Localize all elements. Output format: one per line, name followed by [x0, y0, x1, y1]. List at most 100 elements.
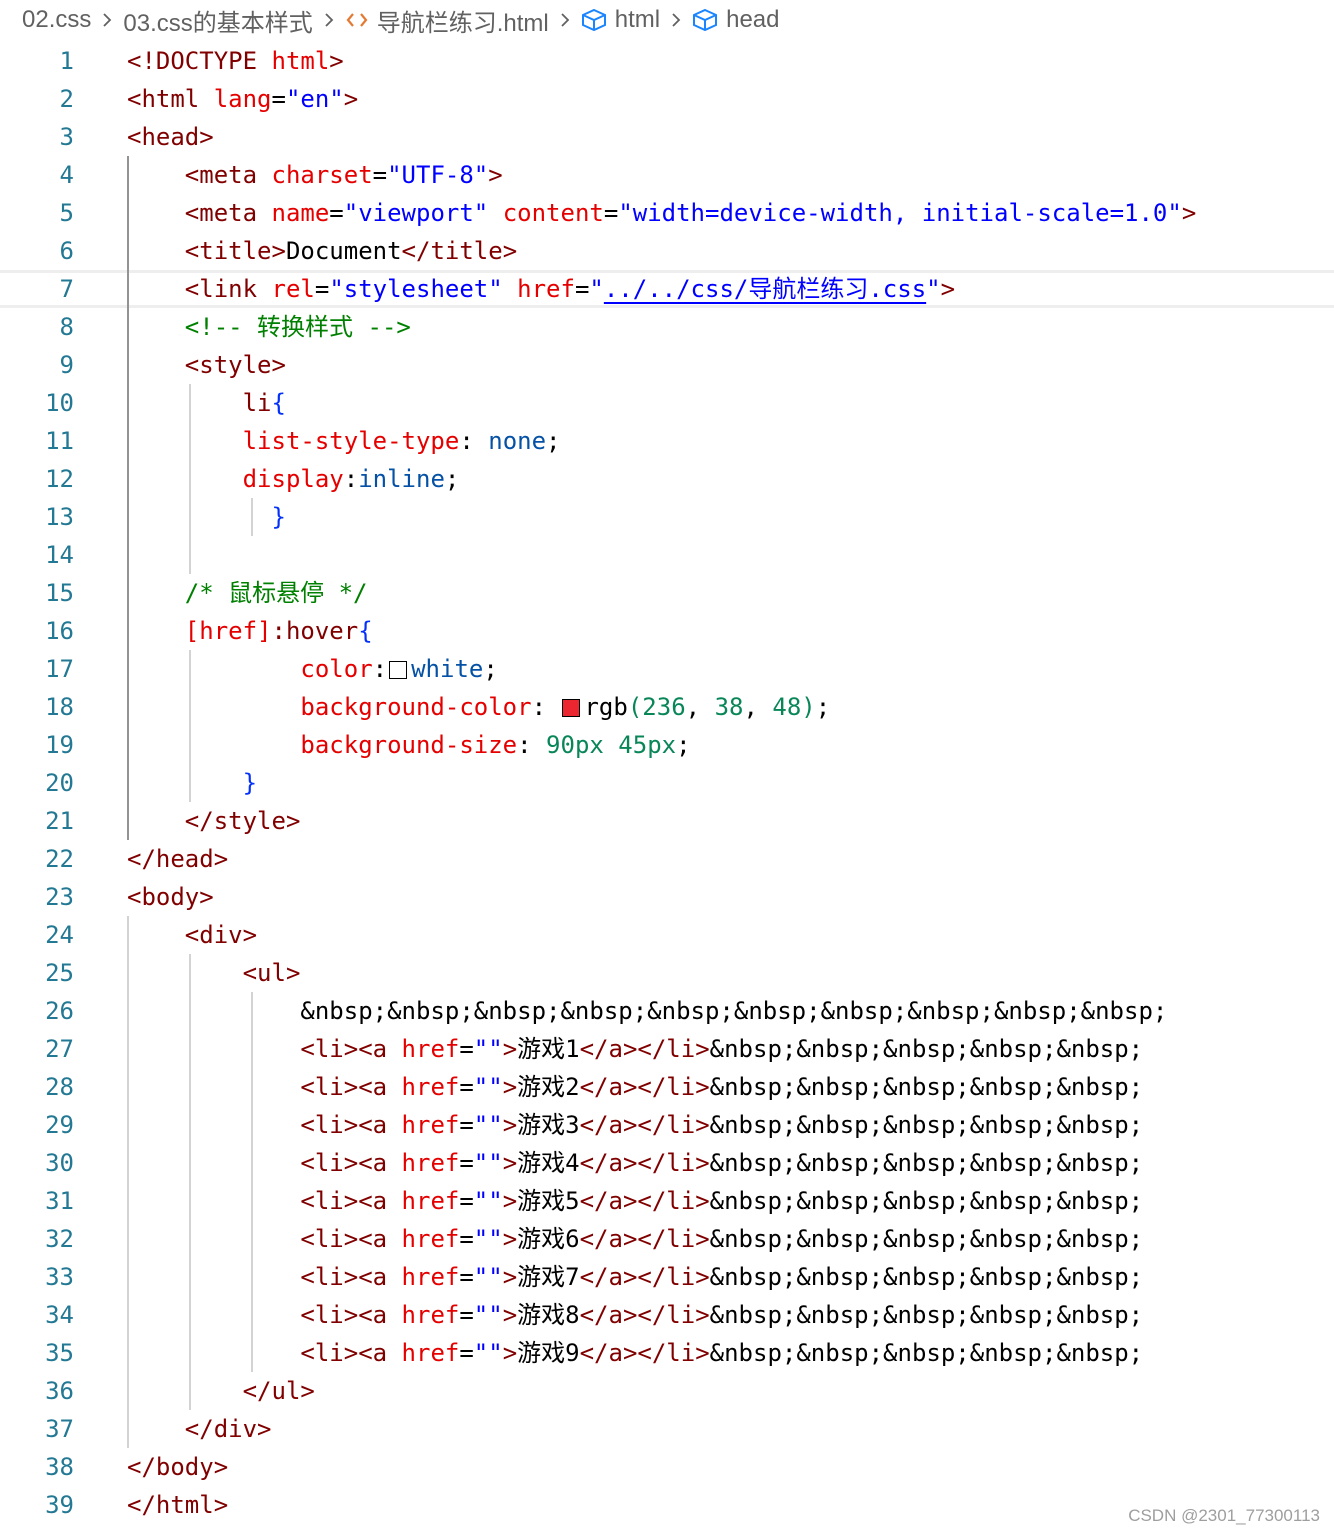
code-line[interactable]: 30 <li><a href="">游戏4</a></li>&nbsp;&nbs… — [0, 1144, 1334, 1182]
code-line[interactable]: 8 <!-- 转换样式 --> — [0, 308, 1334, 346]
code-line[interactable]: 13 } — [0, 498, 1334, 536]
code-token: ; — [546, 427, 561, 455]
line-number: 27 — [45, 1035, 74, 1063]
code-line[interactable]: 36 </ul> — [0, 1372, 1334, 1410]
code-token: <!DOCTYPE — [127, 47, 258, 75]
code-token: <style> — [184, 351, 286, 379]
code-token: inline — [358, 465, 445, 493]
breadcrumb-item[interactable]: html — [581, 6, 660, 34]
code-token: <li><a — [300, 1073, 388, 1101]
code-token: href — [517, 275, 575, 303]
code-token: background-size — [300, 731, 518, 759]
code-token: "" — [473, 1111, 503, 1139]
code-token: = — [459, 1187, 474, 1215]
code-line[interactable]: 27 <li><a href="">游戏1</a></li>&nbsp;&nbs… — [0, 1030, 1334, 1068]
line-number: 26 — [45, 997, 74, 1025]
line-number: 33 — [45, 1263, 74, 1291]
code-line[interactable]: 17 color: white; — [0, 650, 1334, 688]
code-line[interactable]: 35 <li><a href="">游戏9</a></li>&nbsp;&nbs… — [0, 1334, 1334, 1372]
code-line[interactable]: 25 <ul> — [0, 954, 1334, 992]
code-line[interactable]: 38 </body> — [0, 1448, 1334, 1486]
code-token: = — [459, 1149, 474, 1177]
breadcrumb-item[interactable]: 02.css — [22, 6, 91, 34]
code-token: <div> — [184, 921, 258, 949]
code-line[interactable]: 19 background-size: 90px 45px; — [0, 726, 1334, 764]
line-content: [href]:hover{ — [127, 612, 373, 650]
code-line[interactable]: 6 <title>Document</title> — [0, 232, 1334, 270]
code-token: 游戏1 — [517, 1035, 580, 1063]
code-token: <html — [127, 85, 200, 113]
code-token: <li><a — [300, 1339, 388, 1367]
code-editor[interactable]: 1 <!DOCTYPE html> 2 <html lang="en"> 3 <head>… — [0, 42, 1334, 1532]
code-line[interactable]: 24 <div> — [0, 916, 1334, 954]
color-swatch[interactable] — [389, 661, 408, 679]
line-number: 20 — [45, 769, 74, 797]
breadcrumb-item[interactable]: head — [692, 6, 780, 34]
chevron-right-icon — [670, 10, 682, 30]
code-token: </a></li> — [579, 1263, 710, 1291]
code-token: </style> — [184, 807, 301, 835]
code-line[interactable]: 4 <meta charset="UTF-8"> — [0, 156, 1334, 194]
code-token: href — [401, 1073, 460, 1101]
line-number: 12 — [45, 465, 74, 493]
line-content: li{ — [127, 384, 286, 422]
code-line[interactable]: 23 <body> — [0, 878, 1334, 916]
code-line[interactable]: 31 <li><a href="">游戏5</a></li>&nbsp;&nbs… — [0, 1182, 1334, 1220]
code-token: > — [502, 1339, 518, 1367]
code-line[interactable]: 20 } — [0, 764, 1334, 802]
code-line[interactable]: 26 &nbsp;&nbsp;&nbsp;&nbsp;&nbsp;&nbsp;&… — [0, 992, 1334, 1030]
indent-guide — [127, 916, 129, 1448]
line-number: 13 — [45, 503, 74, 531]
code-line[interactable]: 18 background-color: rgb(236, 38, 48); — [0, 688, 1334, 726]
code-token: <li><a — [300, 1225, 388, 1253]
chevron-right-icon — [101, 10, 113, 30]
color-swatch[interactable] — [562, 699, 581, 717]
indent-guide — [189, 384, 191, 574]
line-number: 7 — [59, 275, 74, 303]
code-token: > — [940, 275, 956, 303]
code-line[interactable]: 16 [href]:hover{ — [0, 612, 1334, 650]
code-token: </head> — [127, 845, 229, 873]
code-line[interactable]: 9 <style> — [0, 346, 1334, 384]
code-line[interactable]: 22 </head> — [0, 840, 1334, 878]
code-line[interactable]: 33 <li><a href="">游戏7</a></li>&nbsp;&nbs… — [0, 1258, 1334, 1296]
code-line[interactable]: 5 <meta name="viewport" content="width=d… — [0, 194, 1334, 232]
code-token: : — [459, 427, 489, 455]
line-number: 22 — [45, 845, 74, 873]
code-line[interactable]: 12 display:inline; — [0, 460, 1334, 498]
code-token: } — [271, 503, 286, 531]
breadcrumb-label: 02.css — [22, 6, 92, 33]
code-line[interactable]: 3 <head> — [0, 118, 1334, 156]
code-token: 90px — [546, 731, 604, 759]
code-token: 236 — [642, 693, 686, 721]
code-line[interactable]: 37 </div> — [0, 1410, 1334, 1448]
code-line[interactable]: 2 <html lang="en"> — [0, 80, 1334, 118]
code-line[interactable]: 34 <li><a href="">游戏8</a></li>&nbsp;&nbs… — [0, 1296, 1334, 1334]
code-token: </a></li> — [579, 1073, 710, 1101]
breadcrumb-item[interactable]: 03.css的基本样式 — [123, 3, 312, 38]
code-line[interactable]: 32 <li><a href="">游戏6</a></li>&nbsp;&nbs… — [0, 1220, 1334, 1258]
href-link[interactable]: ../../css/导航栏练习.css — [604, 275, 926, 303]
code-token: = — [459, 1263, 474, 1291]
code-line[interactable]: 15 /* 鼠标悬停 */ — [0, 574, 1334, 612]
code-line[interactable]: 10 li{ — [0, 384, 1334, 422]
code-line[interactable]: 28 <li><a href="">游戏2</a></li>&nbsp;&nbs… — [0, 1068, 1334, 1106]
code-line[interactable]: 29 <li><a href="">游戏3</a></li>&nbsp;&nbs… — [0, 1106, 1334, 1144]
code-line[interactable]: 7 <link rel="stylesheet" href="../../css… — [0, 270, 1334, 308]
code-line[interactable]: 14 — [0, 536, 1334, 574]
code-token: &nbsp;&nbsp;&nbsp;&nbsp;&nbsp; — [709, 1149, 1144, 1177]
code-token: "" — [473, 1263, 503, 1291]
code-line[interactable]: 11 list-style-type: none; — [0, 422, 1334, 460]
code-token: ; — [676, 731, 691, 759]
code-token: &nbsp;&nbsp;&nbsp;&nbsp;&nbsp;&nbsp;&nbs… — [127, 997, 1168, 1025]
code-line[interactable]: 21 </style> — [0, 802, 1334, 840]
code-token: : — [517, 731, 547, 759]
breadcrumb-item[interactable]: 导航栏练习.html — [345, 3, 549, 38]
code-line[interactable]: 1 <!DOCTYPE html> — [0, 42, 1334, 80]
